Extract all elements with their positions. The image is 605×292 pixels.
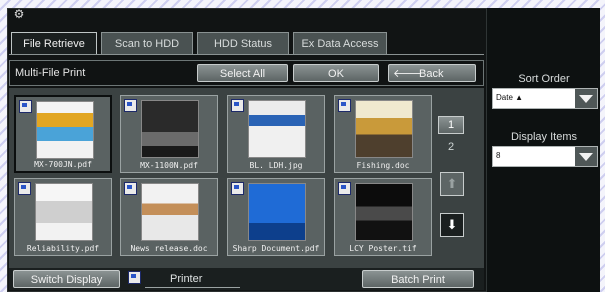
display-items-value: 8: [496, 151, 501, 160]
file-preview-image: [141, 100, 199, 158]
sort-order-value: Date ▲: [496, 93, 524, 102]
file-name: MX-1100N.pdf: [140, 161, 198, 170]
printer-underline: [145, 287, 240, 288]
tab-scan-to-hdd[interactable]: Scan to HDD: [101, 32, 193, 54]
file-thumbnail[interactable]: News release.doc: [120, 178, 218, 256]
chevron-down-icon[interactable]: [575, 89, 597, 108]
file-thumbnail[interactable]: Sharp Document.pdf: [227, 178, 325, 256]
switch-display-button[interactable]: Switch Display: [13, 270, 120, 288]
page-title: Multi-File Print: [15, 67, 86, 79]
file-preview-image: [355, 100, 413, 158]
file-name: BL. LDH.jpg: [249, 161, 303, 170]
back-button-label: Back: [419, 68, 444, 80]
file-thumbnail[interactable]: Fishing.doc: [334, 95, 432, 173]
document-icon: [338, 99, 351, 112]
file-name: MX-700JN.pdf: [34, 160, 92, 169]
file-preview-image: [355, 183, 413, 241]
file-thumbnail[interactable]: Reliability.pdf: [14, 178, 112, 256]
display-items-select[interactable]: 8: [492, 146, 598, 167]
file-name: LCY Poster.tif: [349, 244, 417, 253]
file-preview-image: [35, 183, 93, 241]
file-thumbnail[interactable]: MX-1100N.pdf: [120, 95, 218, 173]
file-preview-image: [248, 183, 306, 241]
printer-icon: [128, 271, 141, 284]
file-thumbnail[interactable]: LCY Poster.tif: [334, 178, 432, 256]
file-thumbnail[interactable]: MX-700JN.pdf: [14, 95, 112, 173]
file-preview-image: [248, 100, 306, 158]
file-preview-image: [36, 101, 94, 159]
tab-hdd-status[interactable]: HDD Status: [197, 32, 289, 54]
document-icon: [124, 99, 137, 112]
printer-label: Printer: [170, 273, 203, 285]
arrow-up-icon: ⬆: [446, 176, 458, 191]
page-number-total: 2: [447, 141, 455, 153]
scroll-down-button[interactable]: ⬇: [440, 213, 464, 237]
page-number-current: 1: [438, 116, 464, 134]
file-name: Reliability.pdf: [26, 244, 100, 253]
document-icon: [338, 182, 351, 195]
sort-order-label: Sort Order: [518, 73, 570, 85]
file-name: Fishing.doc: [356, 161, 410, 170]
file-name: Sharp Document.pdf: [232, 244, 320, 253]
app-icon: ⚙: [13, 7, 25, 21]
document-icon: [231, 182, 244, 195]
back-button[interactable]: 🡐 Back: [388, 64, 476, 82]
tab-divider: [9, 54, 484, 55]
batch-print-button[interactable]: Batch Print: [362, 270, 474, 288]
document-icon: [124, 182, 137, 195]
select-all-button[interactable]: Select All: [197, 64, 288, 82]
scroll-up-button[interactable]: ⬆: [440, 172, 464, 196]
file-name: News release.doc: [130, 244, 208, 253]
file-preview-image: [141, 183, 199, 241]
document-icon: [19, 100, 32, 113]
tab-file-retrieve[interactable]: File Retrieve: [11, 32, 97, 54]
ok-button[interactable]: OK: [293, 64, 379, 82]
chevron-down-icon[interactable]: [575, 147, 597, 166]
document-icon: [231, 99, 244, 112]
document-icon: [18, 182, 31, 195]
sort-order-select[interactable]: Date ▲: [492, 88, 598, 109]
arrow-down-icon: ⬇: [446, 217, 458, 232]
display-items-label: Display Items: [510, 131, 578, 143]
file-thumbnail[interactable]: BL. LDH.jpg: [227, 95, 325, 173]
tab-ex-data-access[interactable]: Ex Data Access: [293, 32, 387, 54]
